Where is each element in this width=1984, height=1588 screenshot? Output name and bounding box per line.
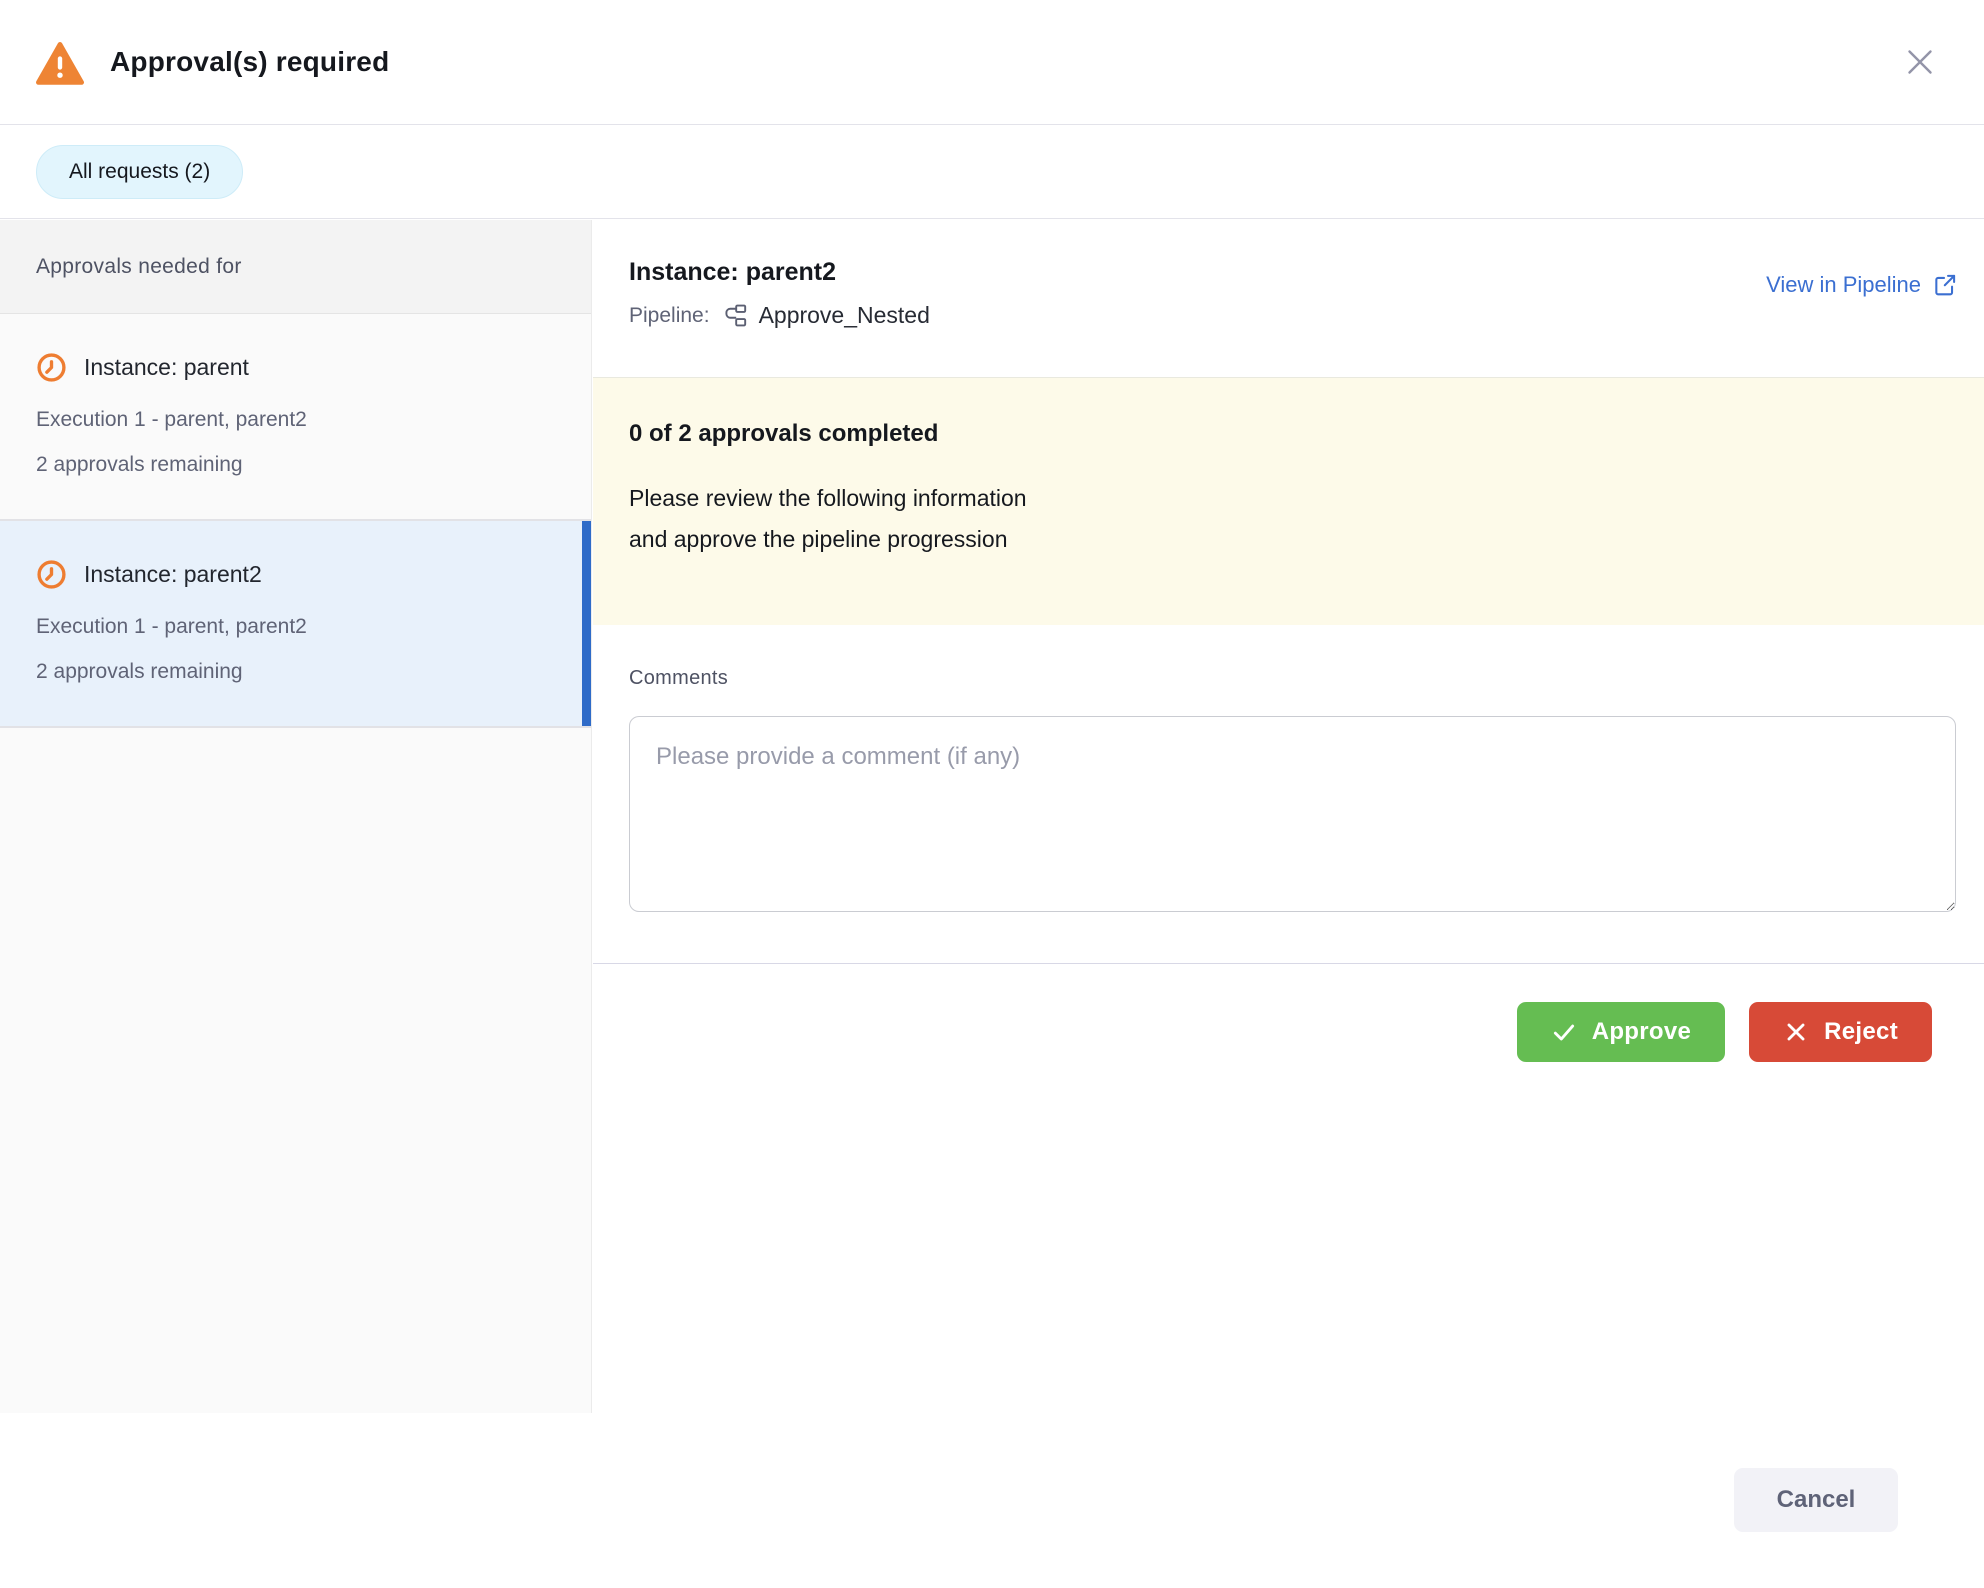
clock-pending-icon <box>36 352 67 383</box>
detail-header: Instance: parent2 Pipeline: Approve_Nest… <box>593 220 1984 377</box>
item-approvals-remaining: 2 approvals remaining <box>36 453 555 477</box>
reject-label: Reject <box>1824 1018 1898 1046</box>
sidebar-heading: Approvals needed for <box>0 220 591 314</box>
close-button[interactable] <box>1896 38 1944 86</box>
approval-actions: Approve Reject <box>593 964 1984 1062</box>
approvals-sidebar: Approvals needed for Instance: parent Ex… <box>0 220 592 1413</box>
instance-title: Instance: parent2 <box>629 258 1948 287</box>
approval-detail-panel: Instance: parent2 Pipeline: Approve_Nest… <box>593 220 1984 1062</box>
pipeline-hierarchy-icon <box>721 302 748 329</box>
cancel-button[interactable]: Cancel <box>1734 1468 1898 1532</box>
approve-button[interactable]: Approve <box>1517 1002 1725 1062</box>
clock-pending-icon <box>36 559 67 590</box>
dialog-title: Approval(s) required <box>110 46 389 78</box>
external-link-icon <box>1932 272 1958 298</box>
approve-label: Approve <box>1592 1018 1691 1046</box>
dialog-header: Approval(s) required <box>0 0 1984 125</box>
check-icon <box>1551 1019 1577 1045</box>
reject-button[interactable]: Reject <box>1749 1002 1932 1062</box>
approval-dialog: Approval(s) required All requests (2) Ap… <box>0 0 1984 1588</box>
approval-status-banner: 0 of 2 approvals completed Please review… <box>593 377 1984 625</box>
x-icon <box>1783 1019 1809 1045</box>
approval-list-item-parent[interactable]: Instance: parent Execution 1 - parent, p… <box>0 314 591 521</box>
item-execution: Execution 1 - parent, parent2 <box>36 615 555 639</box>
pipeline-name: Approve_Nested <box>759 302 930 329</box>
all-requests-tab[interactable]: All requests (2) <box>36 145 243 199</box>
comments-section: Comments <box>593 625 1984 917</box>
banner-message-line1: Please review the following information <box>629 478 1948 519</box>
item-title: Instance: parent2 <box>84 561 262 588</box>
close-icon <box>1902 44 1938 80</box>
requests-tab-row: All requests (2) <box>0 126 1984 219</box>
item-approvals-remaining: 2 approvals remaining <box>36 660 555 684</box>
item-execution: Execution 1 - parent, parent2 <box>36 408 555 432</box>
comments-label: Comments <box>629 667 1956 690</box>
pipeline-label: Pipeline: <box>629 304 710 328</box>
item-title: Instance: parent <box>84 354 249 381</box>
comment-input[interactable] <box>629 716 1956 912</box>
view-in-pipeline-link[interactable]: View in Pipeline <box>1766 272 1958 298</box>
banner-message-line2: and approve the pipeline progression <box>629 519 1948 560</box>
warning-triangle-icon <box>36 40 84 84</box>
approvals-completed-heading: 0 of 2 approvals completed <box>629 420 1948 448</box>
view-in-pipeline-label: View in Pipeline <box>1766 272 1921 298</box>
approval-list-item-parent2[interactable]: Instance: parent2 Execution 1 - parent, … <box>0 521 591 728</box>
